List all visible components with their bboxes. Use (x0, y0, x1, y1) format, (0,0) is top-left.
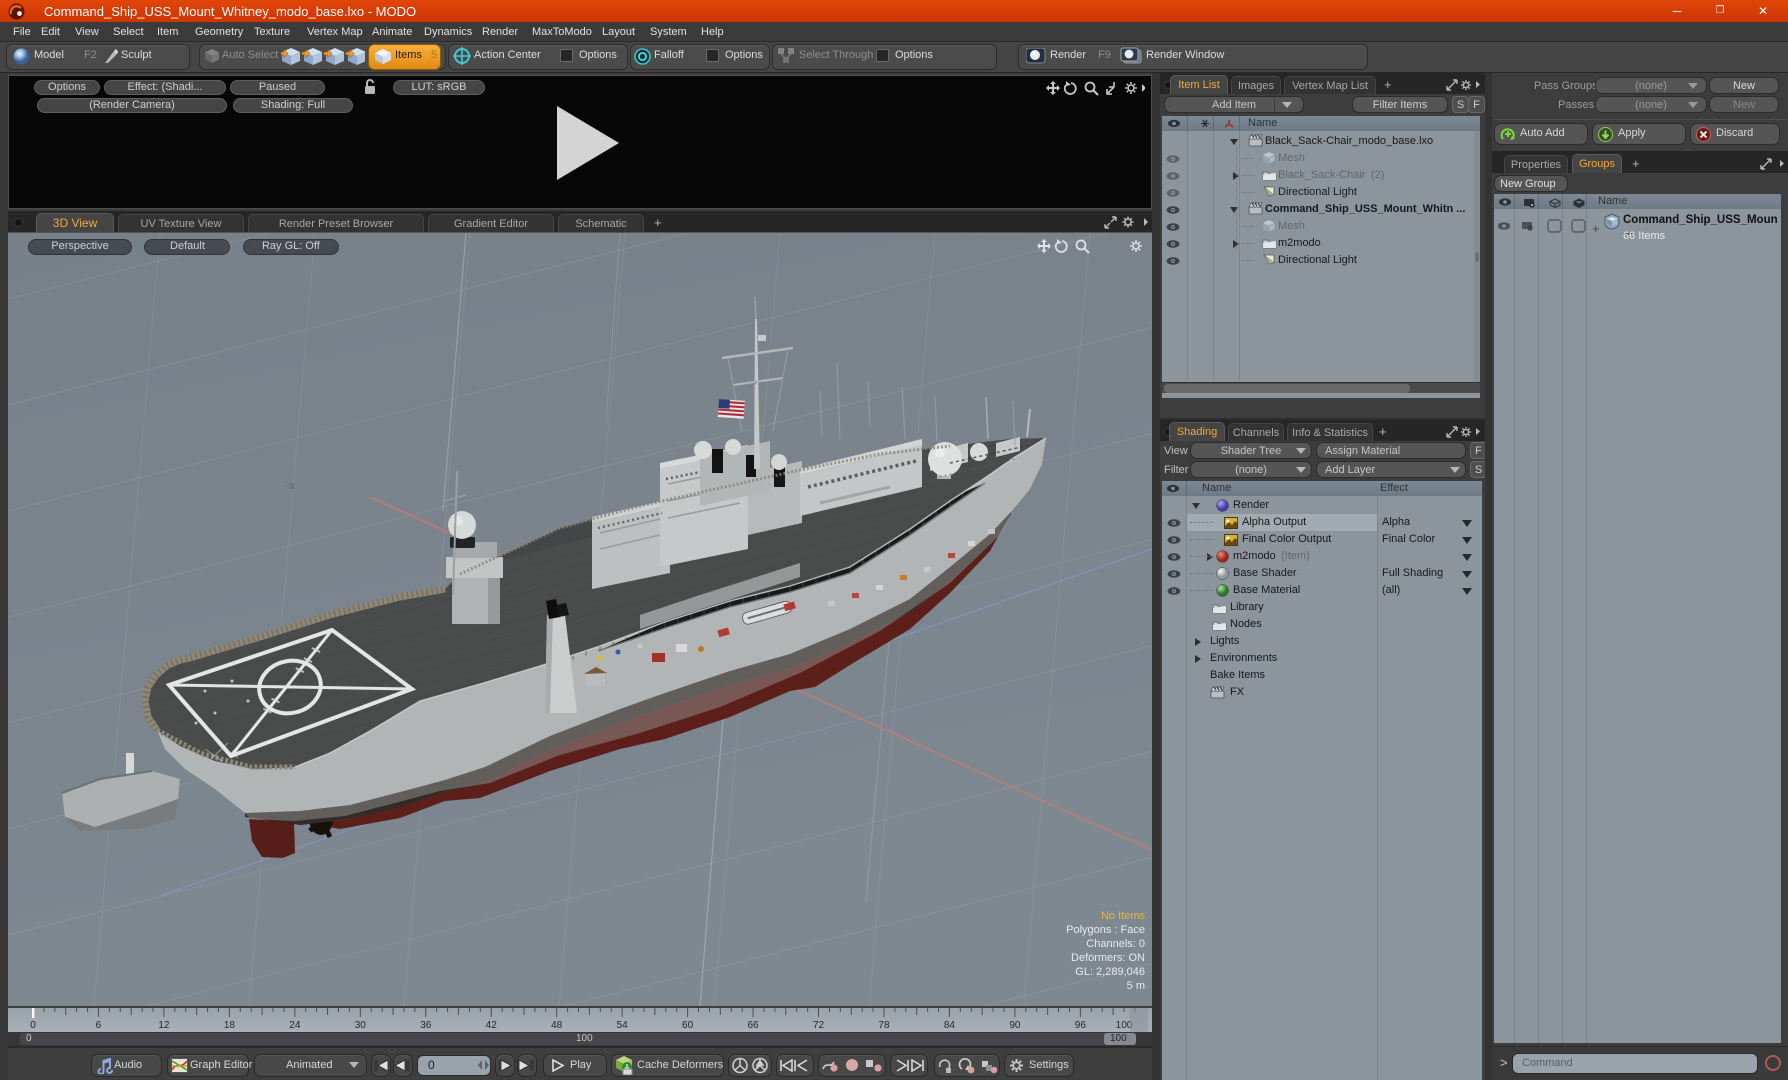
svg-text:36: 36 (420, 1020, 432, 1031)
svg-text:90: 90 (1009, 1020, 1021, 1031)
svg-text:18: 18 (224, 1020, 236, 1031)
svg-text:72: 72 (813, 1020, 825, 1031)
svg-text:78: 78 (878, 1020, 890, 1031)
svg-text:12: 12 (158, 1020, 170, 1031)
svg-text:96: 96 (1075, 1020, 1087, 1031)
svg-text:60: 60 (682, 1020, 694, 1031)
svg-text:30: 30 (355, 1020, 367, 1031)
svg-text:24: 24 (289, 1020, 301, 1031)
svg-text:48: 48 (551, 1020, 563, 1031)
svg-text:54: 54 (617, 1020, 629, 1031)
svg-text:6: 6 (96, 1020, 102, 1031)
svg-text:-x: -x (286, 480, 296, 492)
svg-text:42: 42 (486, 1020, 498, 1031)
svg-text:0: 0 (30, 1020, 36, 1031)
svg-text:66: 66 (747, 1020, 759, 1031)
svg-text:84: 84 (944, 1020, 956, 1031)
